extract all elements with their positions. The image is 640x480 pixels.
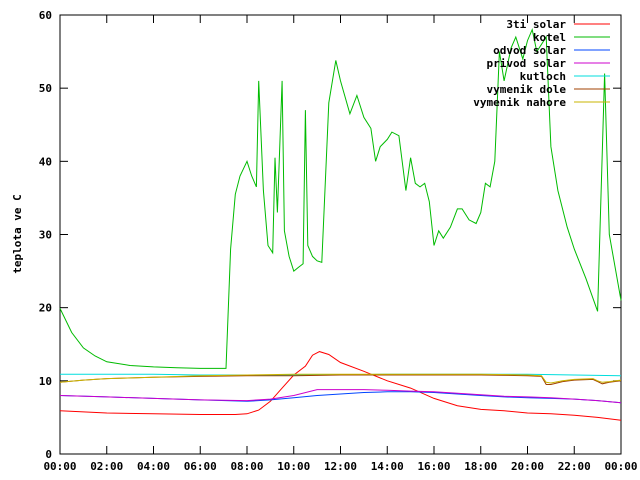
legend-label: privod solar [487, 57, 567, 70]
x-tick-label: 16:00 [417, 460, 450, 473]
y-tick-label: 50 [39, 82, 52, 95]
legend-label: odvod solar [493, 44, 566, 57]
x-tick-label: 04:00 [137, 460, 170, 473]
series-line-6 [59, 373, 622, 384]
legend-label: 3ti solar [506, 18, 566, 31]
y-tick-label: 10 [39, 375, 52, 388]
x-tick-label: 02:00 [90, 460, 123, 473]
y-tick-label: 40 [39, 155, 52, 168]
series-line-3 [59, 389, 622, 404]
y-tick-label: 60 [39, 9, 52, 22]
line-chart: 00:00 02:00 04:00 06:00 08:00 10:00 12:00 14:00… [11, 9, 638, 473]
legend-label: kutloch [520, 70, 566, 83]
y-tick-label: 20 [39, 302, 52, 315]
x-tick-label: 20:00 [511, 460, 544, 473]
x-tick-label: 00:00 [43, 460, 76, 473]
x-tick-label: 12:00 [324, 460, 357, 473]
y-axis-label: teplota ve C [11, 194, 24, 273]
x-tick-label: 00:00 [604, 460, 637, 473]
x-tick-label: 06:00 [184, 460, 217, 473]
y-tick-label: 0 [45, 448, 52, 461]
x-tick-label: 22:00 [558, 460, 591, 473]
legend-label: vymenik nahore [473, 96, 566, 109]
legend: 3ti solarkotelodvod solarprivod solarkut… [473, 18, 610, 109]
x-tick-label: 14:00 [371, 460, 404, 473]
series-line-0 [59, 351, 622, 421]
y-tick-label: 30 [39, 229, 52, 242]
x-tick-label: 18:00 [464, 460, 497, 473]
x-tick-label: 10:00 [277, 460, 310, 473]
legend-label: kotel [533, 31, 566, 44]
x-tick-label: 08:00 [230, 460, 263, 473]
series-line-5 [59, 374, 622, 385]
legend-label: vymenik dole [487, 83, 567, 96]
